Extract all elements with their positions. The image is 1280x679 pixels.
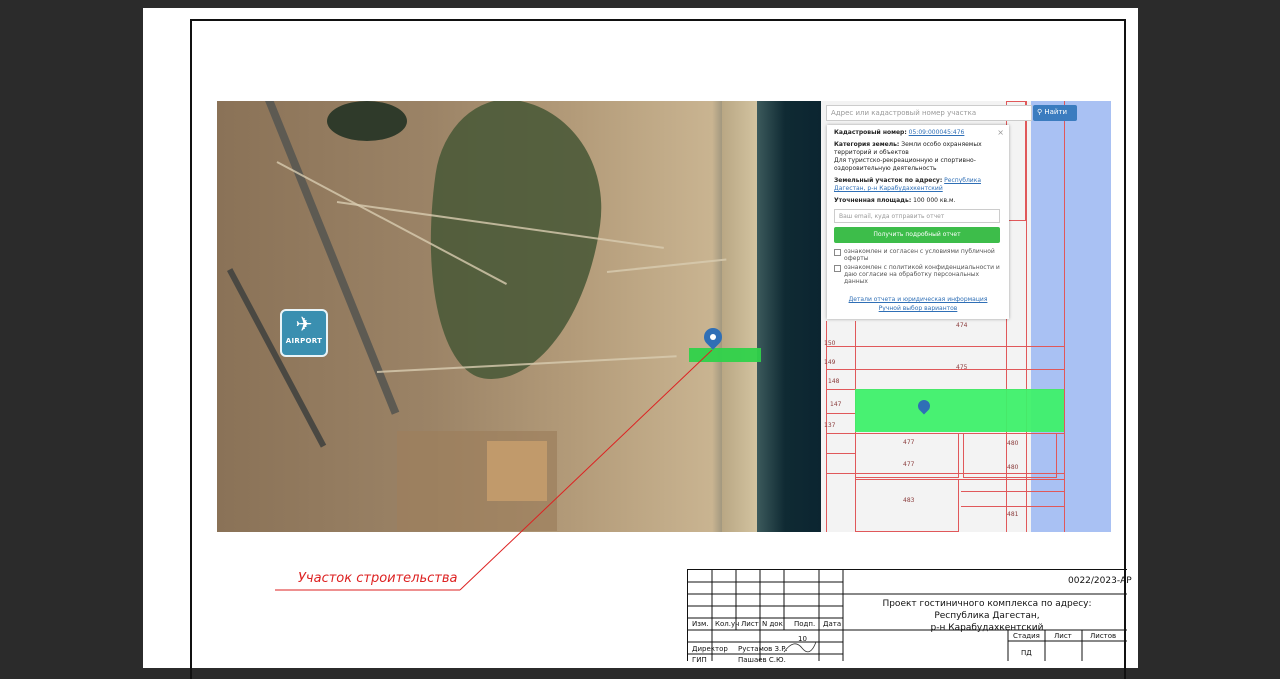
- project-title-line2: р-н Карабудахкентский: [930, 623, 1044, 633]
- callout-leader: [275, 349, 713, 591]
- col-header-docnum: N док.: [762, 620, 786, 628]
- col-header-sheet: Лист: [741, 620, 759, 628]
- project-title-line1: Проект гостиничного комплекса по адресу:…: [882, 599, 1092, 621]
- name-chief-engineer: Пашаев С.Ю.: [738, 656, 786, 664]
- col-header-qty: Кол.уч: [715, 620, 740, 628]
- col-header-date: Дата: [823, 620, 842, 628]
- name-director: Рустамов З.Р.: [738, 645, 788, 653]
- col-header-sign: Подп.: [794, 620, 816, 628]
- document-code: 0022/2023-АР: [1068, 576, 1132, 586]
- project-title: Проект гостиничного комплекса по адресу:…: [858, 598, 1116, 634]
- col-header-change: Изм.: [692, 620, 709, 628]
- signature-mark: 10: [798, 635, 807, 643]
- stage-value: ПД: [1021, 649, 1032, 657]
- construction-site-label: Участок строительства: [298, 571, 458, 586]
- role-chief-engineer: ГИП: [692, 656, 707, 664]
- role-director: Директор: [692, 645, 728, 653]
